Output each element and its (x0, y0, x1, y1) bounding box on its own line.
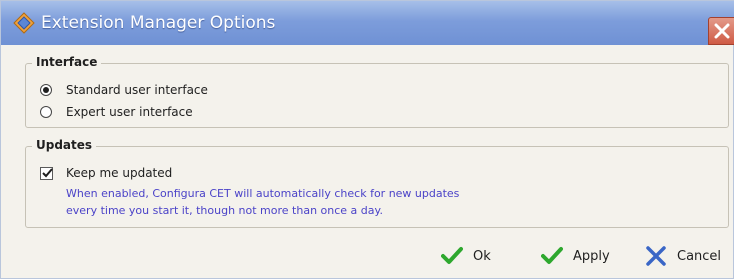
ok-button[interactable]: Ok (441, 243, 501, 271)
apply-button[interactable]: Apply (541, 243, 621, 271)
standard-ui-radio[interactable] (40, 84, 52, 96)
radio-selected-dot (43, 87, 49, 93)
apply-label: Apply (573, 249, 610, 264)
cancel-label: Cancel (677, 249, 722, 264)
expert-ui-radio[interactable] (40, 106, 52, 118)
interface-group: Interface Standard user interface Expert… (25, 55, 729, 128)
keep-updated-label[interactable]: Keep me updated (66, 166, 172, 180)
title-bar[interactable]: Extension Manager Options (1, 1, 734, 45)
expert-ui-label[interactable]: Expert user interface (66, 105, 193, 119)
keep-updated-checkbox[interactable] (40, 167, 53, 180)
close-icon (714, 23, 730, 39)
standard-ui-label[interactable]: Standard user interface (66, 83, 208, 97)
extension-manager-icon (13, 12, 35, 34)
cancel-button[interactable]: Cancel (645, 243, 731, 271)
checkmark-icon (42, 168, 53, 178)
green-check-icon (541, 247, 563, 264)
updates-legend: Updates (32, 138, 97, 152)
options-dialog: Extension Manager Options Interface Stan… (0, 0, 734, 279)
ok-label: Ok (473, 249, 491, 264)
window-title: Extension Manager Options (41, 13, 276, 33)
interface-legend: Interface (32, 55, 102, 69)
green-check-icon (441, 247, 463, 264)
updates-group: Updates Keep me updated When enabled, Co… (25, 138, 729, 228)
update-description-line-1: When enabled, Configura CET will automat… (66, 187, 460, 200)
close-button[interactable] (708, 17, 734, 45)
update-description-line-2: every time you start it, though not more… (66, 204, 383, 217)
blue-x-icon (646, 246, 666, 266)
